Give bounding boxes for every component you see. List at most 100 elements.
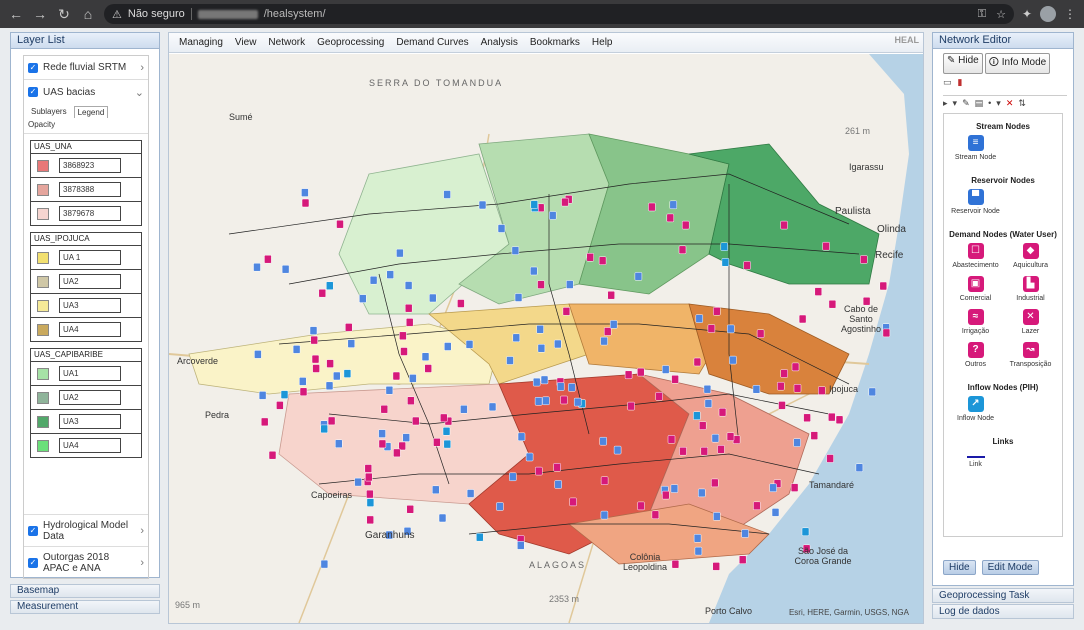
stream-node-marker[interactable] [404,281,413,290]
stream-node-marker[interactable] [432,485,440,495]
checkbox-icon[interactable]: ✓ [28,525,38,536]
inflow-node-marker[interactable] [476,532,484,542]
dropdown-icon[interactable]: ▾ [953,98,958,109]
demand-node-marker[interactable] [826,454,834,463]
stream-node-marker[interactable] [369,275,378,285]
stream-node-marker[interactable] [729,355,737,365]
stream-node-marker[interactable] [566,280,574,289]
demand-node-marker[interactable] [598,256,607,265]
stream-node-marker[interactable] [695,314,704,323]
node-type-others[interactable]: ? Outros [948,342,1003,369]
demand-node-marker[interactable] [726,432,735,441]
stream-node-marker[interactable] [478,200,487,210]
demand-node-marker[interactable] [624,370,633,380]
stream-node-marker[interactable] [536,325,544,334]
inflow-node-marker[interactable] [442,427,451,436]
dot-icon[interactable]: • [988,98,991,109]
demand-node-marker[interactable] [380,404,389,414]
demand-node-marker[interactable] [600,476,609,485]
demand-node-marker[interactable] [718,407,727,417]
stream-node-marker[interactable] [309,326,318,335]
demand-node-marker[interactable] [399,331,407,341]
menu-item-view[interactable]: View [235,37,257,48]
stream-node-marker[interactable] [512,333,521,343]
profile-avatar[interactable] [1040,6,1056,22]
stream-node-marker[interactable] [506,356,514,365]
menu-item-bookmarks[interactable]: Bookmarks [530,37,580,48]
node-type-link[interactable]: Link [948,450,1003,469]
demand-node-marker[interactable] [637,367,645,377]
inflow-node-marker[interactable] [326,281,334,290]
demand-node-marker[interactable] [301,198,310,208]
stream-node-marker[interactable] [514,293,523,302]
stream-node-marker[interactable] [769,483,777,493]
stream-node-marker[interactable] [320,559,329,569]
stream-node-marker[interactable] [855,463,864,472]
stream-node-marker[interactable] [396,248,404,258]
demand-node-marker[interactable] [798,314,807,324]
demand-node-marker[interactable] [693,357,702,367]
inflow-node-marker[interactable] [366,498,375,507]
demand-node-marker[interactable] [366,489,374,499]
demand-node-marker[interactable] [553,463,561,472]
node-type-supply[interactable]: ☐ Abastecimento [948,243,1003,270]
hide-button[interactable]: ✎ Hide [943,53,983,74]
stream-node-marker[interactable] [613,445,622,455]
eraser-icon[interactable]: ✎ [962,98,970,109]
demand-node-marker[interactable] [276,401,284,410]
demand-node-marker[interactable] [860,255,868,264]
stream-node-marker[interactable] [694,546,703,556]
stream-node-marker[interactable] [333,371,341,381]
stream-node-marker[interactable] [532,377,541,387]
demand-node-marker[interactable] [607,290,615,300]
menu-item-network[interactable]: Network [268,37,305,48]
stream-node-marker[interactable] [554,339,562,349]
stream-node-marker[interactable] [421,352,430,361]
info-mode-button[interactable]: 🛈 Info Mode [984,53,1051,74]
demand-node-marker[interactable] [457,299,465,308]
demand-node-marker[interactable] [311,354,320,364]
extensions-icon[interactable]: ✦ [1022,7,1032,21]
stream-node-marker[interactable] [402,433,410,442]
stream-node-marker[interactable] [525,452,534,462]
sort-icon[interactable]: ⇅ [1018,98,1026,109]
stream-node-marker[interactable] [299,377,307,386]
demand-node-marker[interactable] [666,213,675,223]
demand-node-marker[interactable] [365,472,373,482]
menu-item-help[interactable]: Help [592,37,613,48]
stream-node-marker[interactable] [609,320,618,329]
dropdown-icon[interactable]: ▾ [996,98,1001,109]
opacity-label[interactable]: Opacity [24,120,148,134]
forward-icon[interactable]: → [32,6,48,22]
hide-bottom-button[interactable]: Hide [943,560,976,575]
stream-node-marker[interactable] [600,336,608,346]
stream-node-marker[interactable] [661,365,670,374]
demand-node-marker[interactable] [662,490,670,500]
demand-node-marker[interactable] [336,219,344,229]
inflow-node-marker[interactable] [801,527,810,537]
demand-node-marker[interactable] [835,415,844,425]
menu-item-managing[interactable]: Managing [179,37,223,48]
demand-node-marker[interactable] [651,510,660,520]
demand-node-marker[interactable] [537,280,545,289]
menu-item-geoprocessing[interactable]: Geoprocessing [317,37,384,48]
stream-node-marker[interactable] [670,484,679,493]
stream-node-marker[interactable] [600,510,609,520]
stream-node-marker[interactable] [438,513,447,523]
tab-legend[interactable]: Legend [73,106,109,118]
stream-node-marker[interactable] [488,402,497,412]
stream-node-marker[interactable] [496,502,504,511]
demand-node-marker[interactable] [679,446,687,456]
tab-sublayers[interactable]: Sublayers [28,106,70,118]
demand-node-marker[interactable] [810,431,819,440]
demand-node-marker[interactable] [698,421,707,430]
stream-node-marker[interactable] [771,508,780,517]
stream-node-marker[interactable] [466,489,475,498]
demand-node-marker[interactable] [700,446,709,456]
stream-node-marker[interactable] [444,342,452,351]
stream-node-marker[interactable] [517,432,526,442]
demand-node-marker[interactable] [713,307,721,316]
demand-node-marker[interactable] [260,417,269,427]
chevron-down-icon[interactable]: ⌄ [135,86,144,99]
stream-node-marker[interactable] [698,488,706,498]
